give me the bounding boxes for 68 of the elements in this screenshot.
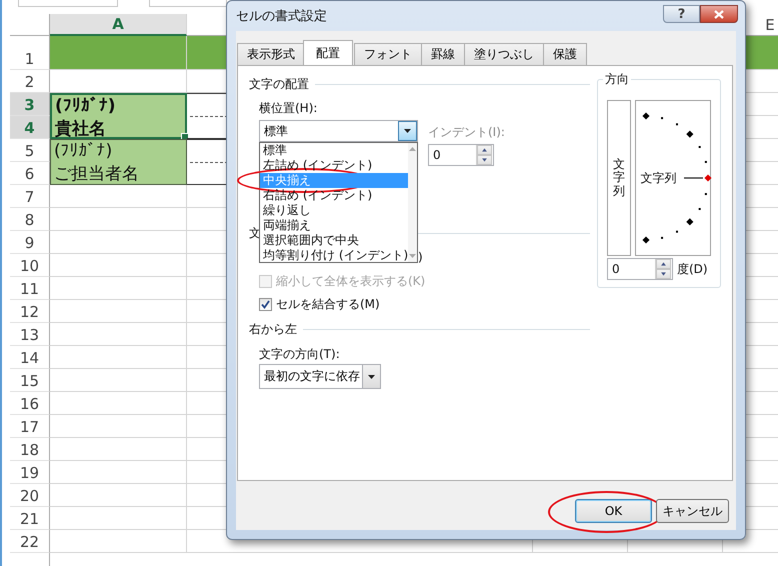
field-label: 度(D) xyxy=(677,260,708,278)
option-label: ) xyxy=(418,250,424,264)
caret-icon xyxy=(368,374,375,378)
orientation-pointer-icon xyxy=(683,174,712,182)
tab[interactable]: 罫線 xyxy=(421,43,465,65)
merged-cell: (ﾌﾘｶﾞﾅ) ご担当者名 xyxy=(50,139,187,185)
tab[interactable]: 配置 xyxy=(303,40,353,65)
tab[interactable]: 表示形式 xyxy=(237,43,305,65)
dial-label: 文字列 xyxy=(640,170,677,186)
number-field[interactable]: 0 xyxy=(607,258,673,280)
section-heading: 文 xyxy=(249,226,261,240)
field-label: 横位置(H): xyxy=(259,101,318,115)
orientation-dial[interactable]: 文字列 xyxy=(634,100,711,256)
list-option[interactable]: 繰り返し xyxy=(260,203,408,218)
merged-cell: (ﾌﾘｶﾞﾅ) 貴社名 xyxy=(50,93,187,139)
row-header[interactable]: 17 xyxy=(10,415,50,438)
name-box[interactable] xyxy=(18,0,118,7)
row-header[interactable]: 9 xyxy=(10,231,50,254)
scroll-up-icon[interactable] xyxy=(409,147,416,151)
spin-down-icon[interactable] xyxy=(656,269,671,279)
row-header[interactable]: 11 xyxy=(10,277,50,300)
scroll-down-icon[interactable] xyxy=(409,254,416,258)
dialog-button[interactable]: キャンセル xyxy=(656,499,729,523)
checkbox[interactable]: セルを結合する(M) xyxy=(259,297,590,312)
list-option[interactable]: 両端揃え xyxy=(260,218,408,233)
spin-down-icon[interactable] xyxy=(477,155,492,165)
window-title: セルの書式設定 xyxy=(236,8,327,25)
list-option[interactable]: 均等割り付け (インデント) xyxy=(260,248,408,263)
tab[interactable]: 塗りつぶし xyxy=(464,43,544,65)
dialog-button[interactable]: OK xyxy=(575,499,652,523)
check-icon xyxy=(261,300,270,309)
row-header[interactable]: 8 xyxy=(10,208,50,231)
row-header[interactable]: 21 xyxy=(10,507,50,530)
help-button[interactable]: ? xyxy=(663,5,700,23)
row-header[interactable]: 10 xyxy=(10,254,50,277)
dropdown[interactable]: 最初の文字に依存 xyxy=(259,364,381,389)
row-header[interactable]: 22 xyxy=(10,530,50,553)
scrollbar[interactable] xyxy=(408,143,417,262)
section-heading: 右から左 xyxy=(249,322,297,336)
row-header[interactable]: 13 xyxy=(10,323,50,346)
row-header[interactable]: 18 xyxy=(10,438,50,461)
field-label: 文字の方向(T): xyxy=(259,347,341,361)
row-header[interactable]: 4 xyxy=(10,116,50,139)
row-header[interactable]: 15 xyxy=(10,369,50,392)
vertical-text-option[interactable]: 文字列 xyxy=(607,100,631,256)
section-heading: 文字の配置 xyxy=(249,77,309,91)
close-button[interactable] xyxy=(700,5,738,23)
number-field[interactable]: 0 xyxy=(428,144,494,166)
row-header[interactable]: 19 xyxy=(10,461,50,484)
list-option[interactable]: 標準 xyxy=(260,143,408,158)
column-header[interactable]: A xyxy=(50,14,187,36)
row-header[interactable]: 7 xyxy=(10,185,50,208)
tab[interactable]: フォント xyxy=(354,43,422,65)
row-header[interactable]: 12 xyxy=(10,300,50,323)
row-header[interactable]: 14 xyxy=(10,346,50,369)
list-option[interactable]: 選択範囲内で中央 xyxy=(260,233,408,248)
spin-up-icon[interactable] xyxy=(656,259,671,269)
spin-up-icon[interactable] xyxy=(477,145,492,155)
close-icon xyxy=(714,10,724,18)
dropdown[interactable]: 標準 xyxy=(259,120,418,142)
group-heading: 方向 xyxy=(603,72,631,86)
row-header[interactable]: 3 xyxy=(10,93,50,116)
row-header[interactable]: 20 xyxy=(10,484,50,507)
row-header[interactable]: 16 xyxy=(10,392,50,415)
formula-bar[interactable] xyxy=(149,0,227,7)
tab[interactable]: 保護 xyxy=(543,43,587,65)
field-label: インデント(I): xyxy=(428,125,505,139)
caret-icon xyxy=(404,129,411,133)
